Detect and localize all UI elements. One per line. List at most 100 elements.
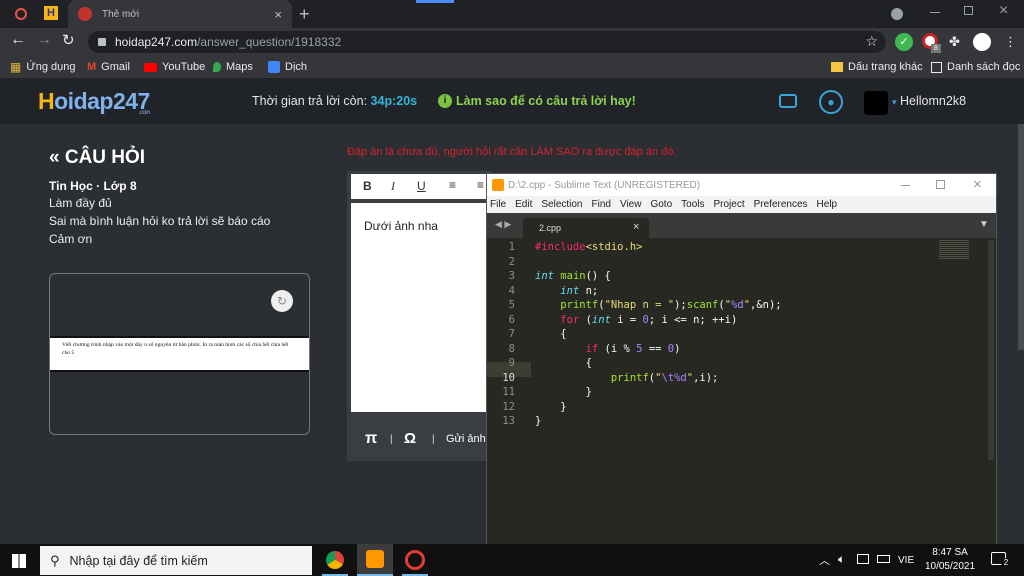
back-icon[interactable]: ← [10, 31, 26, 49]
code-line: int n; [560, 284, 599, 297]
reading-list[interactable]: Danh sách đọc [931, 56, 1020, 78]
tab-close-icon[interactable]: × [274, 7, 282, 22]
profile-avatar[interactable] [973, 33, 991, 51]
other-bookmarks[interactable]: Dấu trang khác [831, 56, 923, 78]
align-left-icon[interactable]: ≡ [449, 178, 456, 192]
notification-count: 2 [1001, 558, 1011, 568]
sublime-minimize-icon[interactable] [901, 185, 910, 186]
sublime-tab-close-icon[interactable]: × [633, 221, 639, 233]
network-icon[interactable] [857, 554, 869, 564]
sublime-taskbar-icon[interactable] [357, 544, 393, 576]
browser-menu-icon[interactable]: ⋮ [1004, 34, 1017, 50]
menu-edit[interactable]: Edit [515, 199, 532, 210]
tab-search-icon[interactable] [891, 8, 903, 20]
menu-file[interactable]: File [490, 199, 506, 210]
puzzle-icon[interactable]: ✤ [949, 34, 960, 50]
line-number: 7 [508, 328, 515, 340]
answer-editor: B I U ≡ ≡ Dưới ảnh nha π | Ω | Gửi ảnh [347, 171, 492, 461]
italic-button[interactable]: I [391, 179, 395, 194]
new-tab-button[interactable]: + [299, 4, 310, 25]
notification-bell-icon[interactable]: ● [819, 90, 843, 114]
code-line: #include<stdio.h> [535, 241, 643, 253]
menu-project[interactable]: Project [714, 199, 745, 210]
align-center-icon[interactable]: ≡ [477, 178, 484, 192]
sublime-maximize-icon[interactable] [936, 180, 945, 189]
minimize-icon[interactable] [930, 12, 940, 13]
tray-chevron-icon[interactable]: ︿ [819, 552, 830, 568]
site-header: Hoidap247 .com Thời gian trả lời còn: 34… [0, 78, 1024, 124]
menu-help[interactable]: Help [817, 199, 838, 210]
omega-button[interactable]: Ω [404, 430, 416, 447]
language-indicator[interactable]: VIE [898, 555, 914, 566]
tip-link[interactable]: i Làm sao để có câu trả lời hay! [438, 94, 636, 108]
menu-preferences[interactable]: Preferences [754, 199, 808, 210]
clock[interactable]: 8:47 SA 10/05/2021 [920, 546, 980, 574]
tab-title: Thẻ mới [102, 8, 140, 20]
bookmark-apps[interactable]: ▦ Ứng dụng [10, 56, 76, 78]
close-window-icon[interactable]: × [999, 2, 1008, 20]
bookmark-gmail[interactable]: M Gmail [87, 56, 130, 78]
apps-grid-icon: ▦ [10, 60, 22, 74]
browser-tab-bar: H Thẻ mới × + × [0, 0, 1024, 28]
user-avatar[interactable] [864, 91, 888, 115]
sublime-tab[interactable]: 2.cpp × [523, 218, 649, 238]
reload-icon[interactable]: ↻ [62, 31, 75, 49]
bookmark-translate[interactable]: Dịch [268, 56, 307, 78]
refresh-icon[interactable]: ↻ [271, 290, 293, 312]
code-line: } [535, 386, 592, 398]
code-line: printf("\t%d",i); [610, 371, 719, 384]
snipping-taskbar-icon[interactable] [405, 550, 425, 570]
taskbar-search[interactable]: ⚲ Nhập tại đây để tìm kiếm [40, 546, 312, 575]
sublime-window: D:\2.cpp - Sublime Text (UNREGISTERED) ×… [486, 173, 997, 544]
send-image-button[interactable]: Gửi ảnh [446, 433, 486, 445]
url-path: /answer_question/1918332 [197, 35, 342, 49]
chrome-taskbar-icon[interactable] [326, 551, 344, 569]
restore-icon[interactable] [964, 6, 973, 15]
sublime-close-icon[interactable]: × [973, 176, 982, 193]
answer-textarea[interactable]: Dưới ảnh nha [351, 203, 491, 412]
start-button[interactable] [12, 554, 26, 568]
extension-shield-icon[interactable]: ✓ [895, 33, 913, 51]
code-line: { [535, 357, 592, 369]
menu-view[interactable]: View [620, 199, 642, 210]
bookmark-youtube[interactable]: YouTube [144, 56, 205, 78]
code-line: if (i % 5 == 0) [585, 342, 681, 355]
question-title: « CÂU HỎI [49, 147, 146, 168]
code-editor[interactable]: 1 2 3 4 5 6 7 8 9 10 11 12 13 #include<s… [487, 238, 996, 544]
battery-icon[interactable] [877, 555, 890, 563]
line-number: 11 [502, 386, 515, 398]
chat-icon[interactable] [779, 94, 797, 108]
site-logo[interactable]: Hoidap247 .com [38, 88, 150, 116]
line-number: 12 [502, 400, 515, 413]
bookmark-star-icon[interactable]: ☆ [865, 33, 878, 50]
sublime-logo-icon [492, 179, 504, 191]
sublime-title: D:\2.cpp - Sublime Text (UNREGISTERED) [508, 180, 701, 191]
menu-selection[interactable]: Selection [541, 199, 582, 210]
address-bar[interactable]: hoidap247.com /answer_question/1918332 ☆ [88, 31, 886, 53]
formula-pi-button[interactable]: π [365, 430, 377, 448]
tab-nav-arrows-icon[interactable]: ◀ ▶ [495, 219, 511, 230]
hoidap-tab-icon[interactable]: H [44, 6, 58, 20]
menu-tools[interactable]: Tools [681, 199, 704, 210]
menu-goto[interactable]: Goto [650, 199, 672, 210]
editor-scrollbar[interactable] [988, 240, 994, 460]
tab-dropdown-icon[interactable]: ▼ [979, 219, 989, 230]
maps-pin-icon [213, 62, 221, 72]
sublime-tabbar: ◀ ▶ 2.cpp × ▼ [487, 213, 996, 238]
underline-button[interactable]: U [417, 179, 426, 193]
menu-find[interactable]: Find [592, 199, 611, 210]
minimap[interactable] [939, 240, 969, 260]
line-number: 3 [508, 270, 515, 282]
sublime-tab-label: 2.cpp [539, 223, 562, 233]
bookmark-maps[interactable]: Maps [213, 56, 253, 78]
volume-icon[interactable]: 🔈︎ [838, 552, 845, 567]
forward-icon[interactable]: → [36, 31, 52, 49]
line-number: 10 [502, 371, 515, 384]
active-tab[interactable]: Thẻ mới × [68, 0, 292, 28]
code-line: for (int i = 0; i <= n; ++i) [560, 313, 738, 326]
record-icon[interactable] [15, 8, 27, 20]
page-scrollbar[interactable] [1018, 124, 1024, 350]
bold-button[interactable]: B [363, 179, 372, 193]
user-menu[interactable]: ▾ Hellomn2k8 [892, 94, 966, 108]
question-image-box[interactable]: ↻ Viết chương trình nhập vào một dãy n s… [49, 273, 310, 435]
